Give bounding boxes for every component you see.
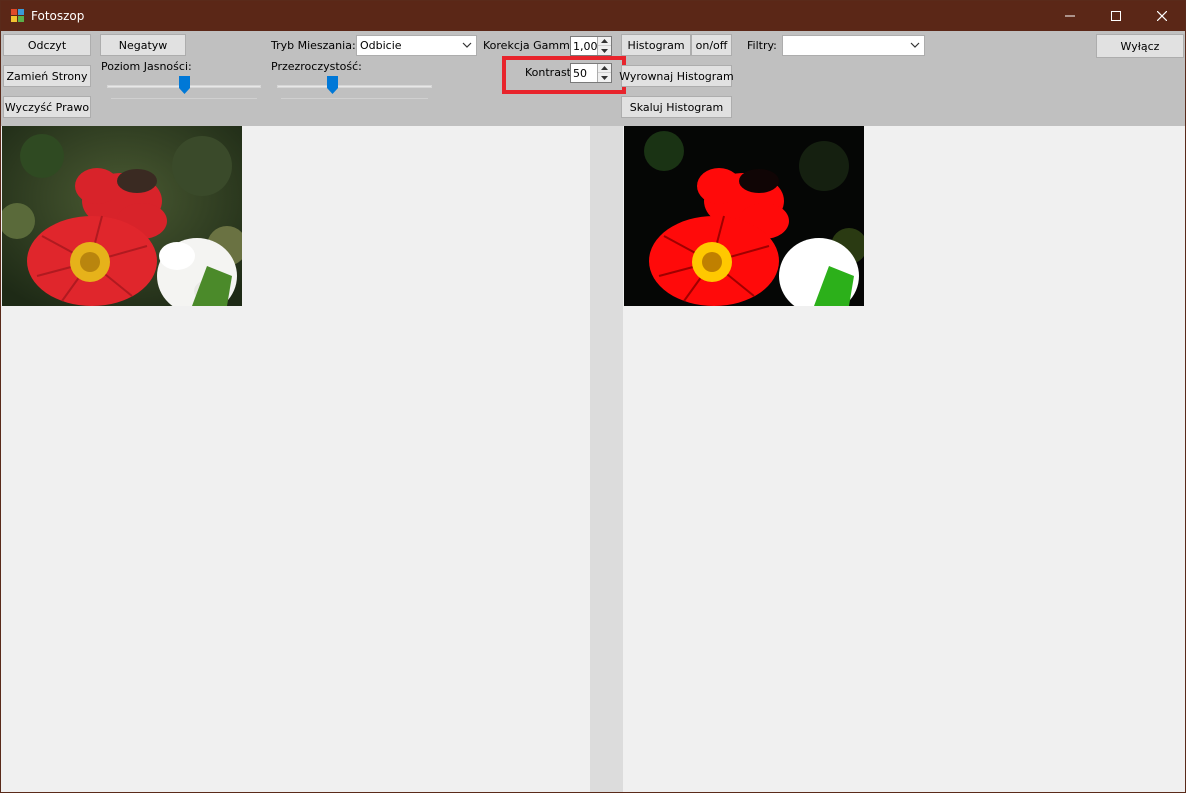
maximize-button[interactable]	[1093, 1, 1139, 31]
slider-thumb[interactable]	[179, 76, 190, 94]
panel-divider[interactable]	[590, 126, 623, 792]
result-image	[624, 126, 864, 306]
minimize-icon	[1065, 15, 1075, 17]
read-button[interactable]: Odczyt	[3, 34, 91, 56]
slider-track	[277, 85, 432, 88]
app-icon	[11, 9, 25, 23]
spinner-arrows	[597, 37, 611, 55]
maximize-icon	[1111, 11, 1121, 21]
brightness-slider[interactable]	[107, 76, 261, 102]
right-image-panel	[623, 126, 1185, 792]
gamma-label: Korekcja Gamma:	[483, 39, 581, 52]
blend-mode-label: Tryb Mieszania:	[271, 39, 356, 52]
slider-thumb[interactable]	[327, 76, 338, 94]
close-icon	[1157, 11, 1167, 21]
exit-button[interactable]: Wyłącz	[1096, 34, 1184, 58]
scale-histogram-button[interactable]: Skaluj Histogram	[621, 96, 732, 118]
contrast-highlight	[502, 56, 626, 94]
gamma-spinner[interactable]: 1,00	[570, 36, 612, 56]
source-image	[2, 126, 242, 306]
close-button[interactable]	[1139, 1, 1185, 31]
app-window: Fotoszop Odczyt Negatyw Zamień Strony Wy…	[0, 0, 1186, 793]
negative-button[interactable]: Negatyw	[100, 34, 186, 56]
blend-mode-value: Odbicie	[360, 39, 402, 52]
brightness-label: Poziom Jasności:	[101, 60, 192, 73]
filters-select[interactable]	[782, 35, 925, 56]
opacity-slider[interactable]	[277, 76, 432, 102]
slider-ticks	[281, 98, 428, 100]
histogram-button[interactable]: Histogram	[621, 34, 691, 56]
window-title: Fotoszop	[31, 9, 85, 23]
gamma-value: 1,00	[573, 40, 598, 53]
toolbar: Odczyt Negatyw Zamień Strony Wyczyść Pra…	[1, 31, 1185, 126]
title-bar: Fotoszop	[1, 1, 1185, 31]
blend-mode-select[interactable]: Odbicie	[356, 35, 477, 56]
chevron-down-icon	[910, 42, 920, 48]
histogram-toggle-button[interactable]: on/off	[691, 34, 732, 56]
slider-ticks	[111, 98, 257, 100]
equalize-histogram-button[interactable]: Wyrownaj Histogram	[619, 65, 734, 87]
chevron-down-icon	[462, 42, 472, 48]
spin-down-icon[interactable]	[598, 46, 611, 55]
spin-up-icon[interactable]	[598, 37, 611, 46]
swap-sides-button[interactable]: Zamień Strony	[3, 65, 91, 87]
minimize-button[interactable]	[1047, 1, 1093, 31]
left-image-panel	[1, 126, 590, 792]
clear-right-button[interactable]: Wyczyść Prawo	[3, 96, 91, 118]
opacity-label: Przezroczystość:	[271, 60, 362, 73]
filters-label: Filtry:	[747, 39, 777, 52]
